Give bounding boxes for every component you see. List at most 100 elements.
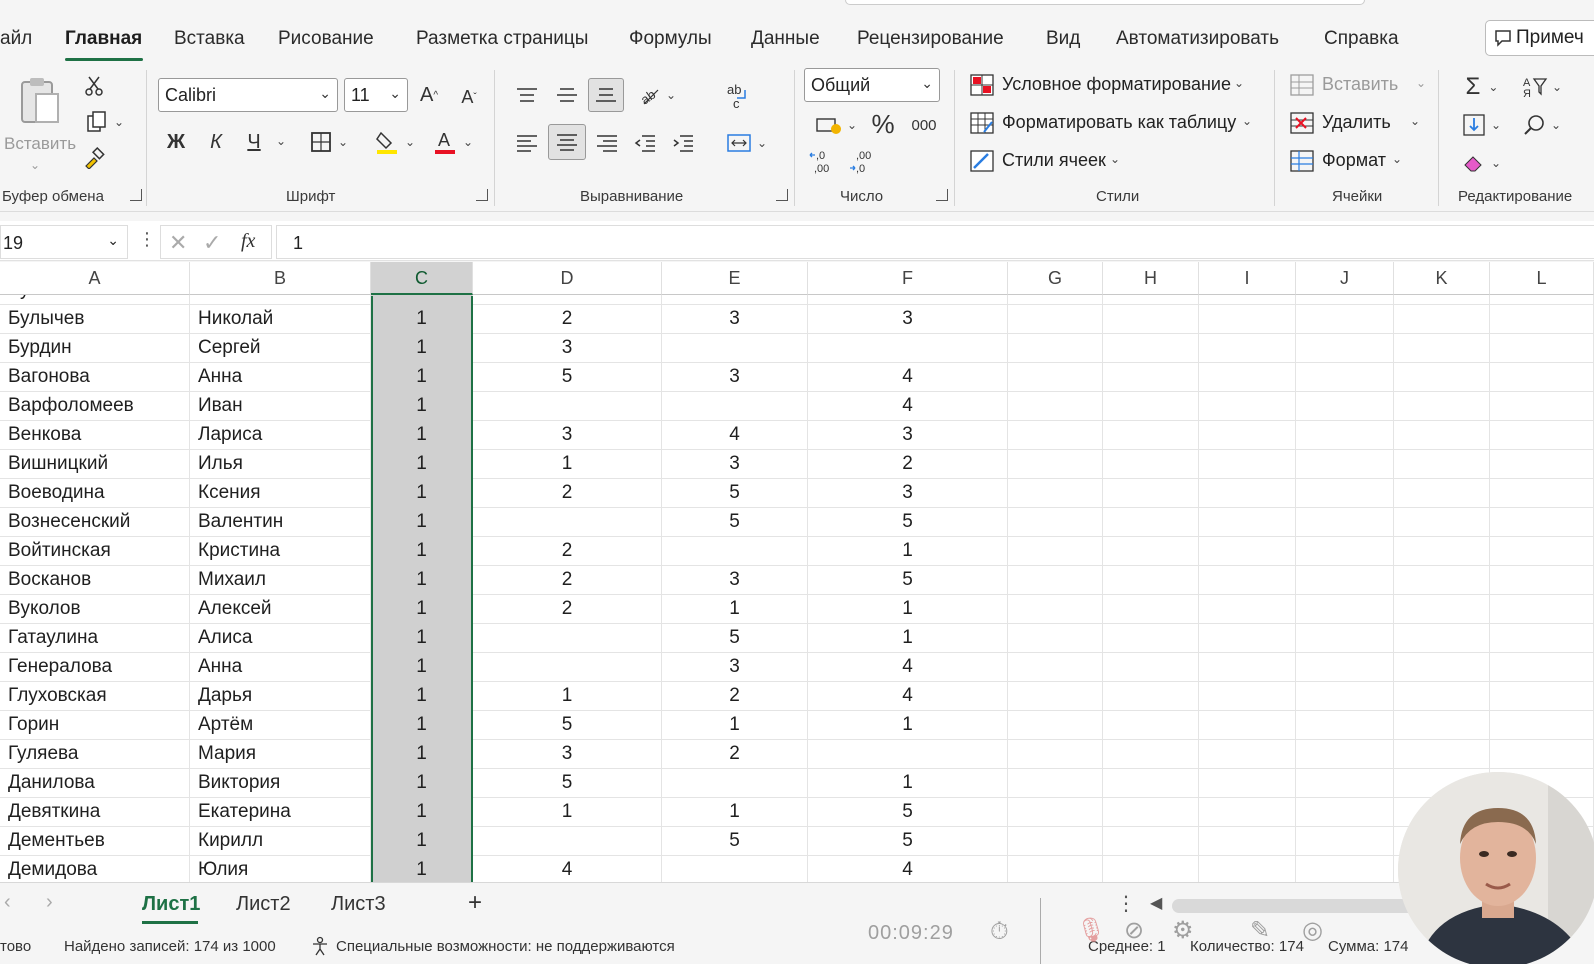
cell-l[interactable] — [1490, 508, 1594, 537]
cell-k[interactable] — [1394, 537, 1490, 566]
cell-l[interactable] — [1490, 479, 1594, 508]
cell-b[interactable]: Юлия — [190, 856, 371, 882]
text-orientation-icon[interactable]: ab ⌄ — [632, 80, 682, 110]
status-accessibility[interactable]: Специальные возможности: не поддерживают… — [336, 938, 675, 955]
cell-i[interactable] — [1199, 624, 1296, 653]
align-right-icon[interactable] — [592, 128, 622, 158]
cell-a[interactable]: Дементьев — [0, 827, 190, 856]
cell-a[interactable]: Булычев — [0, 305, 190, 334]
cell-k[interactable] — [1394, 595, 1490, 624]
cell-g[interactable] — [1008, 624, 1103, 653]
cell-f[interactable]: 1 — [808, 711, 1008, 740]
cell-i[interactable] — [1199, 711, 1296, 740]
clear-icon[interactable]: ⌄ — [1456, 148, 1508, 178]
cell-g[interactable] — [1008, 479, 1103, 508]
cell-b[interactable]: Илья — [190, 450, 371, 479]
cell-e[interactable]: 3 — [662, 566, 808, 595]
cell-c[interactable]: 1 — [371, 769, 473, 798]
cell-l[interactable] — [1490, 711, 1594, 740]
cell-g[interactable] — [1008, 566, 1103, 595]
align-left-icon[interactable] — [512, 128, 542, 158]
cell-g[interactable] — [1008, 421, 1103, 450]
cell-i[interactable] — [1199, 595, 1296, 624]
cell-g[interactable] — [1008, 827, 1103, 856]
cell-e[interactable]: 3 — [662, 450, 808, 479]
cell-b[interactable]: Екатерина — [190, 798, 371, 827]
column-header-j[interactable]: J — [1296, 262, 1394, 295]
cell-a[interactable]: Генералова — [0, 653, 190, 682]
cell-a[interactable]: Вагонова — [0, 363, 190, 392]
column-header-f[interactable]: F — [808, 262, 1008, 295]
cell-f[interactable]: 5 — [808, 508, 1008, 537]
cell-j[interactable] — [1296, 624, 1394, 653]
column-header-c[interactable]: C — [371, 262, 473, 295]
cell-g[interactable] — [1008, 363, 1103, 392]
cell-e[interactable]: 2 — [662, 740, 808, 769]
cell-f[interactable]: 5 — [808, 827, 1008, 856]
cell-g[interactable] — [1008, 711, 1103, 740]
cell-i[interactable] — [1199, 798, 1296, 827]
cell-d[interactable] — [473, 827, 662, 856]
format-painter-icon[interactable] — [80, 144, 108, 172]
underline-button[interactable]: Ч — [240, 126, 268, 158]
fill-down-icon[interactable]: ⌄ — [1456, 110, 1508, 140]
alignment-launcher-icon[interactable] — [776, 189, 788, 201]
cell-b[interactable]: Виктория — [190, 769, 371, 798]
cell-b[interactable]: Анна — [190, 363, 371, 392]
cell-d[interactable]: 1 — [473, 798, 662, 827]
cell-i[interactable] — [1199, 334, 1296, 363]
cell-f[interactable]: 5 — [808, 798, 1008, 827]
cell-c[interactable]: 1 — [371, 798, 473, 827]
cell-h[interactable] — [1103, 450, 1199, 479]
cell-c[interactable]: 1 — [371, 305, 473, 334]
more-options-icon[interactable]: ⋮ — [138, 229, 156, 250]
cell-c[interactable]: 1 — [371, 566, 473, 595]
increase-indent-icon[interactable] — [668, 128, 698, 158]
tab-draw[interactable]: Рисование — [278, 28, 374, 50]
cell-b[interactable]: Иван — [190, 392, 371, 421]
cell-a[interactable]: Варфоломеев — [0, 392, 190, 421]
cell-k[interactable] — [1394, 450, 1490, 479]
tab-insert[interactable]: Вставка — [174, 28, 245, 50]
cell-g[interactable] — [1008, 740, 1103, 769]
cell-h[interactable] — [1103, 363, 1199, 392]
insert-cells-button[interactable]: Вставить ⌄ — [1290, 72, 1430, 102]
cell-h[interactable] — [1103, 421, 1199, 450]
column-header-a[interactable]: A — [0, 262, 190, 295]
cell-b[interactable]: Алексей — [190, 595, 371, 624]
cell-h[interactable] — [1103, 479, 1199, 508]
cell-h[interactable] — [1103, 537, 1199, 566]
cell-g[interactable] — [1008, 305, 1103, 334]
cell-d[interactable]: 2 — [473, 566, 662, 595]
cell-f[interactable] — [808, 740, 1008, 769]
cell-i[interactable] — [1199, 363, 1296, 392]
column-header-g[interactable]: G — [1008, 262, 1103, 295]
conditional-formatting-button[interactable]: Условное форматирование ⌄ — [970, 72, 1260, 102]
tab-formulas[interactable]: Формулы — [629, 28, 712, 50]
cell-j[interactable] — [1296, 450, 1394, 479]
cell-c[interactable]: 1 — [371, 479, 473, 508]
cell-a[interactable]: Девяткина — [0, 798, 190, 827]
sheet-tab-3[interactable]: Лист3 — [331, 893, 386, 916]
cell-f[interactable]: 5 — [808, 566, 1008, 595]
cell-k[interactable] — [1394, 508, 1490, 537]
cell-h[interactable] — [1103, 595, 1199, 624]
cell-f[interactable]: 3 — [808, 305, 1008, 334]
cell-f[interactable]: 4 — [808, 363, 1008, 392]
cell-k[interactable] — [1394, 363, 1490, 392]
cell-a[interactable]: Горин — [0, 711, 190, 740]
insert-function-button[interactable]: fx — [241, 230, 255, 253]
cell-a[interactable]: Воеводина — [0, 479, 190, 508]
cell-i[interactable] — [1199, 305, 1296, 334]
sort-filter-icon[interactable]: A Я ⌄ — [1516, 72, 1568, 102]
cell-l[interactable] — [1490, 566, 1594, 595]
column-header-i[interactable]: I — [1199, 262, 1296, 295]
cell-c[interactable]: 1 — [371, 508, 473, 537]
cell-d[interactable]: 3 — [473, 334, 662, 363]
increase-decimal-icon[interactable]: ,0,00 — [806, 146, 840, 176]
cell-e[interactable] — [662, 537, 808, 566]
cell-d[interactable]: 5 — [473, 711, 662, 740]
cell-c[interactable]: 1 — [371, 450, 473, 479]
cell-c[interactable]: 1 — [371, 421, 473, 450]
cell-b[interactable]: Кирилл — [190, 827, 371, 856]
